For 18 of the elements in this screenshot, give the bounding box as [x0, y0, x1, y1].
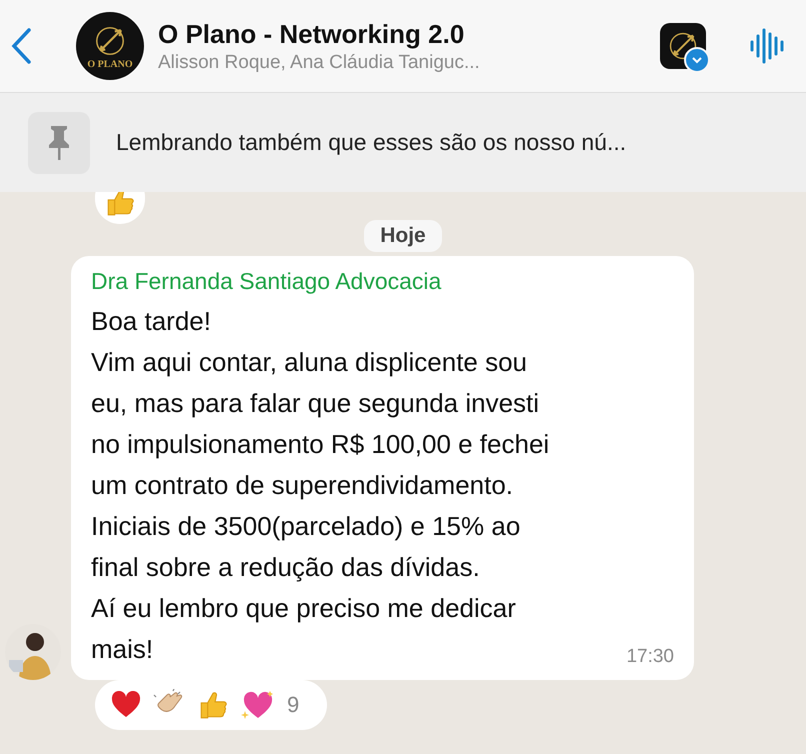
- audio-call-button[interactable]: [750, 26, 786, 66]
- back-icon: [10, 27, 32, 65]
- reaction-count: 9: [287, 692, 300, 718]
- reactions-pill[interactable]: 9: [95, 680, 327, 730]
- sparkling-heart-icon: [241, 689, 275, 721]
- heart-icon: [111, 691, 141, 719]
- message-text: Boa tarde! Vim aqui contar, aluna displicente sou eu, mas para falar que segunda investi no impulsionamento R$ 100,00 e fechei um contrato de superendividamento. Iniciais de 3500(parcelado) e 15% ao final sobre a redução das dívidas. Aí eu lembro que preciso me dedicar mais!: [91, 305, 550, 666]
- members-list: Alisson Roque, Ana Cláudia Taniguc...: [158, 52, 646, 74]
- pin-icon: [28, 112, 90, 174]
- sender-name: Dra Fernanda Santiago Advocacia: [91, 268, 442, 295]
- pinned-message-text: Lembrando também que esses são os nosso nú...: [116, 129, 626, 156]
- avatar-label: O PLANO: [87, 58, 133, 70]
- waveform-icon: [750, 26, 786, 66]
- pinned-message-bar[interactable]: Lembrando também que esses são os nosso nú...: [0, 92, 806, 192]
- message-time: 17:30: [626, 646, 674, 668]
- date-chip: Hoje: [364, 220, 442, 252]
- chat-title: O Plano - Networking 2.0: [158, 18, 466, 50]
- group-avatar[interactable]: O PLANO: [76, 12, 144, 80]
